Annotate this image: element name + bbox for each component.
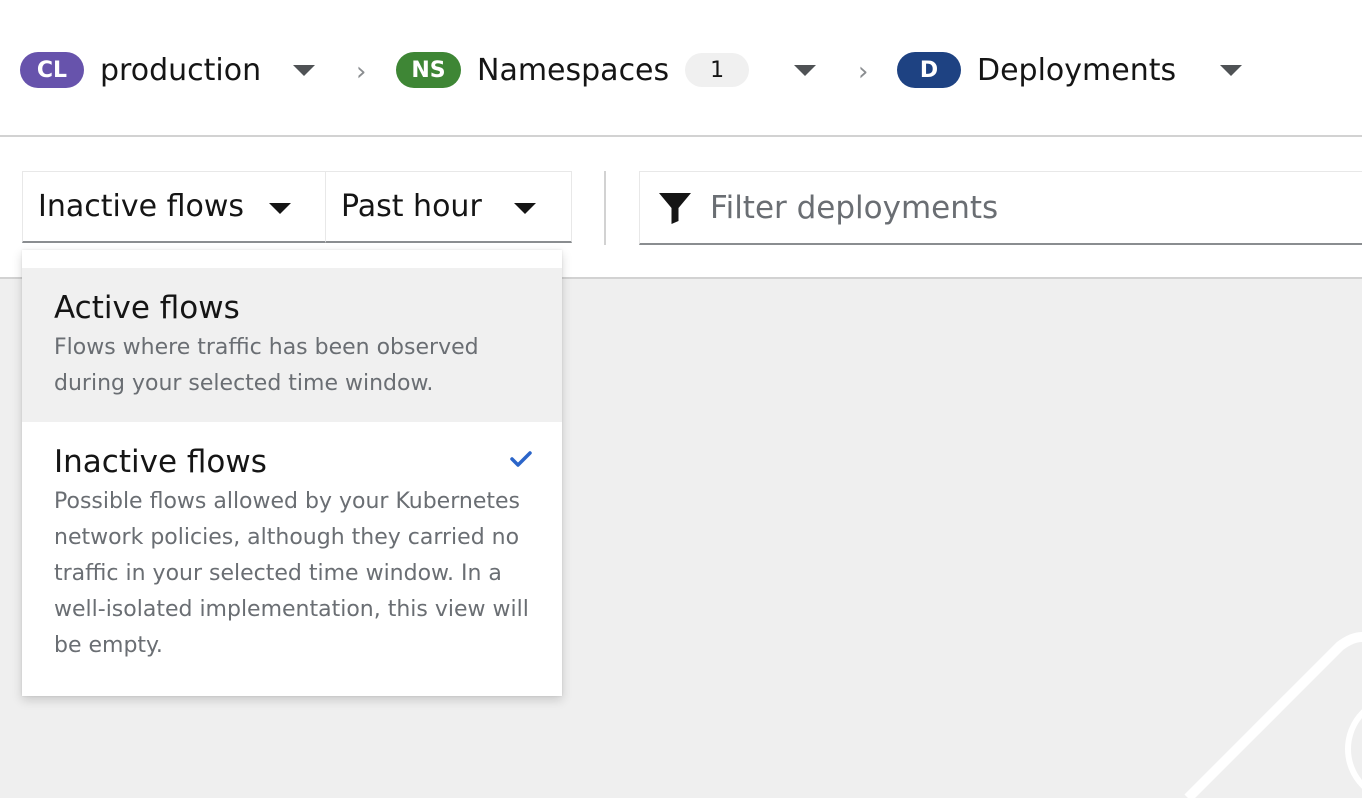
namespace-dropdown-icon[interactable] (794, 65, 816, 76)
menu-item-inactive-flows[interactable]: Inactive flows Possible flows allowed by… (22, 422, 562, 684)
namespace-badge: NS (396, 52, 461, 88)
deployment-badge: D (897, 52, 961, 88)
caret-down-icon (514, 203, 536, 214)
menu-item-description: Possible flows allowed by your Kubernete… (54, 489, 529, 658)
menu-item-title: Inactive flows (54, 444, 267, 480)
flow-type-select[interactable]: Inactive flows (22, 171, 326, 243)
time-window-select[interactable]: Past hour (325, 171, 572, 243)
filter-deployments-input[interactable] (710, 189, 1310, 226)
cluster-badge: CL (20, 52, 84, 88)
breadcrumb-cluster[interactable]: CL production (20, 46, 261, 94)
deployment-dropdown-icon[interactable] (1220, 65, 1242, 76)
filter-icon (659, 192, 691, 224)
flow-type-select-value: Inactive flows (38, 189, 245, 224)
caret-down-icon (269, 203, 291, 214)
filter-box[interactable] (639, 171, 1362, 245)
menu-item-description: Flows where traffic has been observed du… (54, 335, 479, 396)
cluster-dropdown-icon[interactable] (293, 65, 315, 76)
menu-item-title: Active flows (54, 290, 240, 326)
check-icon (510, 451, 532, 467)
chevron-right-icon: › (858, 57, 869, 87)
flow-type-dropdown-menu: Active flows Flows where traffic has bee… (22, 250, 562, 696)
top-breadcrumb-bar: CL production › NS Namespaces 1 › D Depl… (0, 0, 1362, 137)
cluster-name: production (100, 52, 262, 88)
chevron-right-icon: › (356, 57, 367, 87)
namespace-count-badge: 1 (685, 53, 750, 87)
time-window-select-value: Past hour (341, 189, 482, 224)
deployments-label: Deployments (977, 52, 1177, 88)
toolbar-divider (604, 171, 606, 245)
namespaces-label: Namespaces (477, 52, 670, 88)
breadcrumb-deployments[interactable]: D Deployments (897, 46, 1176, 94)
menu-item-active-flows[interactable]: Active flows Flows where traffic has bee… (22, 268, 562, 422)
breadcrumb-namespaces[interactable]: NS Namespaces 1 (396, 46, 750, 94)
